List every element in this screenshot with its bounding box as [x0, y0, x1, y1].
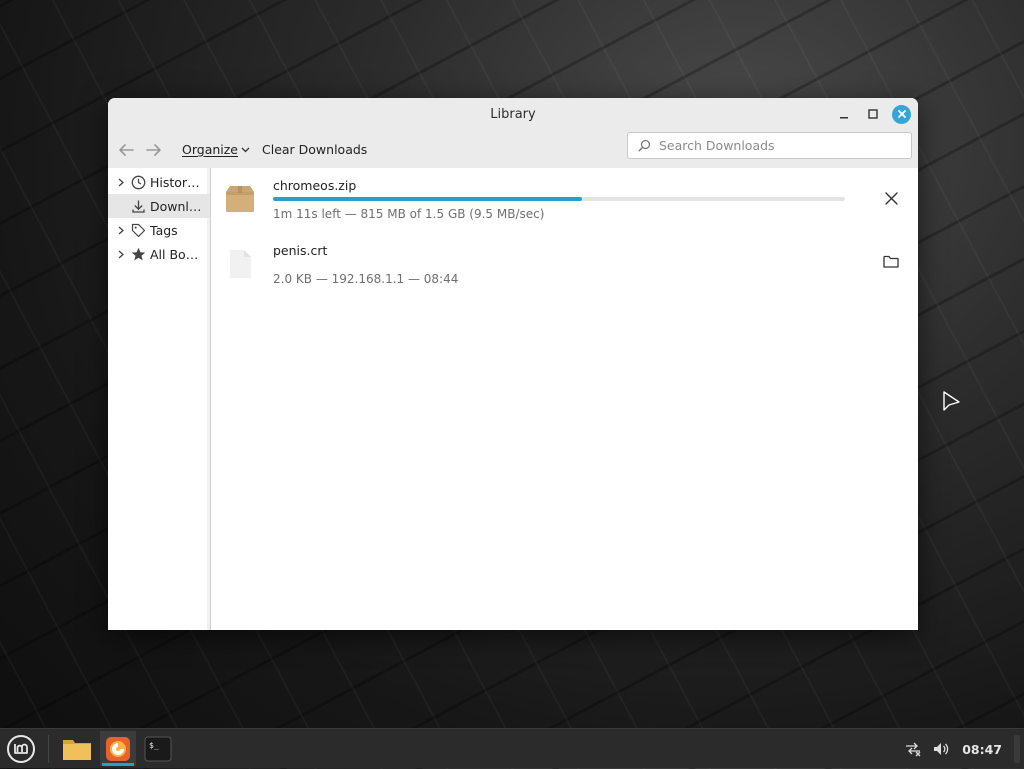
show-desktop-button[interactable] — [1014, 735, 1020, 763]
sidebar-item-label: All Bo… — [150, 246, 199, 262]
download-icon — [130, 198, 146, 214]
archive-icon — [226, 186, 254, 212]
title-bar[interactable]: Library — [108, 98, 918, 131]
download-progress-fill — [273, 197, 582, 201]
maximize-icon — [868, 109, 878, 119]
network-disconnected-icon[interactable] — [902, 738, 924, 760]
sidebar: Histor… Downl… Tags All Bo… — [108, 168, 211, 630]
mouse-cursor-icon — [943, 391, 960, 411]
minimize-button[interactable] — [834, 104, 854, 124]
close-icon — [884, 191, 898, 205]
clock[interactable]: 08:47 — [962, 742, 1002, 757]
chevron-down-icon — [241, 147, 250, 152]
expand-arrow-icon[interactable] — [116, 226, 126, 235]
sidebar-item-tags[interactable]: Tags — [108, 218, 210, 242]
volume-icon[interactable] — [930, 738, 952, 760]
download-status: 2.0 KB — 192.168.1.1 — 08:44 — [273, 272, 459, 286]
sidebar-item-label: Histor… — [150, 174, 200, 190]
window-title: Library — [490, 107, 536, 122]
clear-downloads-button[interactable]: Clear Downloads — [256, 139, 373, 160]
folder-icon — [883, 255, 899, 268]
download-status: 1m 11s left — 815 MB of 1.5 GB (9.5 MB/s… — [273, 207, 545, 221]
search-input[interactable] — [657, 137, 901, 154]
sidebar-item-history[interactable]: Histor… — [108, 170, 210, 194]
taskbar: $_ 08:47 — [0, 728, 1024, 768]
download-item[interactable]: chromeos.zip 1m 11s left — 815 MB of 1.5… — [211, 170, 918, 226]
toolbar: Organize Clear Downloads — [108, 131, 918, 168]
mint-logo-icon — [7, 735, 35, 763]
expand-arrow-icon[interactable] — [116, 250, 126, 259]
download-filename: chromeos.zip — [273, 178, 357, 193]
sidebar-item-label: Downl… — [150, 198, 202, 214]
firefox-launcher[interactable] — [100, 731, 136, 766]
organize-label: Organize — [182, 142, 238, 157]
sidebar-item-bookmarks[interactable]: All Bo… — [108, 242, 210, 266]
star-icon — [130, 246, 146, 262]
window-controls — [834, 104, 911, 124]
start-menu-button[interactable] — [5, 733, 37, 765]
organize-menu-button[interactable]: Organize — [176, 139, 256, 160]
terminal-launcher[interactable]: $_ — [140, 731, 176, 766]
svg-text:$_: $_ — [149, 741, 159, 750]
close-icon — [897, 110, 906, 118]
open-folder-button[interactable] — [878, 248, 904, 274]
terminal-icon: $_ — [144, 736, 172, 761]
maximize-button[interactable] — [863, 104, 883, 124]
minimize-icon — [840, 117, 848, 119]
download-progress-bar — [273, 197, 845, 201]
folder-icon — [63, 739, 91, 760]
tag-icon — [130, 222, 146, 238]
expand-arrow-icon[interactable] — [116, 178, 126, 187]
downloads-list: chromeos.zip 1m 11s left — 815 MB of 1.5… — [211, 168, 918, 630]
file-icon — [230, 250, 251, 278]
search-icon — [638, 139, 651, 152]
sidebar-item-label: Tags — [150, 222, 178, 238]
sidebar-item-downloads[interactable]: Downl… — [108, 194, 210, 218]
library-window: Library Organize Clear Downloads Search … — [108, 98, 918, 630]
forward-arrow-icon — [146, 143, 161, 156]
system-tray: 08:47 — [902, 729, 1024, 769]
firefox-icon — [106, 736, 130, 761]
clock-icon — [130, 174, 146, 190]
clear-downloads-label: Clear Downloads — [262, 142, 368, 157]
taskbar-separator — [48, 735, 49, 763]
download-item[interactable]: penis.crt 2.0 KB — 192.168.1.1 — 08:44 — [211, 235, 918, 291]
download-filename: penis.crt — [273, 243, 328, 258]
back-arrow-icon — [119, 143, 134, 156]
search-box[interactable] — [627, 132, 912, 159]
back-button[interactable] — [114, 138, 138, 162]
library-content: Histor… Downl… Tags All Bo… chromeos.zip… — [108, 168, 918, 630]
cancel-download-button[interactable] — [878, 185, 904, 211]
files-launcher[interactable] — [59, 731, 95, 766]
forward-button[interactable] — [142, 138, 166, 162]
close-button[interactable] — [892, 104, 911, 124]
